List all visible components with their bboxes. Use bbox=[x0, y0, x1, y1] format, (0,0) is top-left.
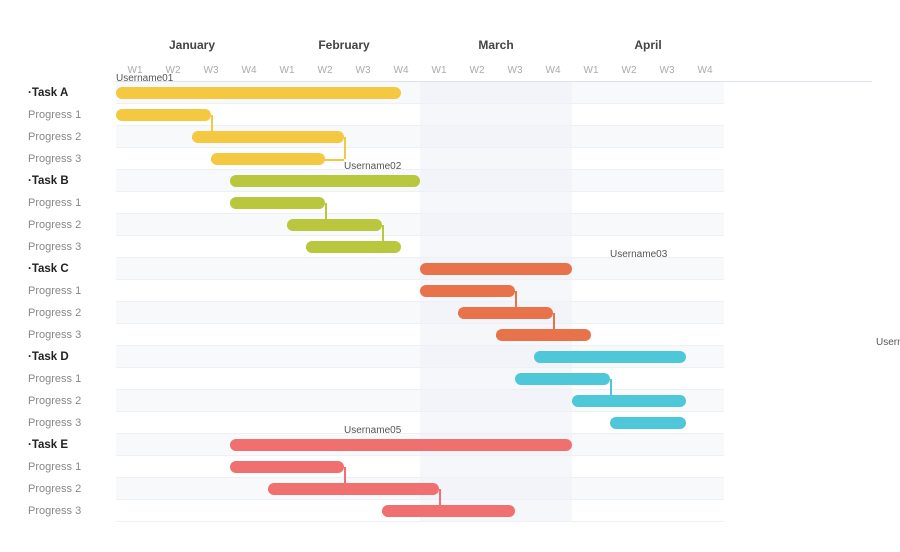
gantt-bar bbox=[534, 351, 686, 363]
connector-vertical bbox=[553, 313, 555, 335]
gantt-bar bbox=[515, 373, 610, 385]
week-cell: W2 bbox=[610, 60, 648, 81]
progress-label: Progress 3 bbox=[28, 148, 116, 170]
week-cell: W1 bbox=[572, 60, 610, 81]
connector-horizontal bbox=[287, 225, 325, 227]
gantt-bar bbox=[230, 175, 420, 187]
month-label: April bbox=[572, 38, 724, 52]
progress-label: Progress 1 bbox=[28, 368, 116, 390]
gantt-bar bbox=[610, 417, 686, 429]
grid-area: JanuaryFebruaryMarchApril W1W2W3W4W1W2W3… bbox=[116, 38, 872, 522]
gantt-bar bbox=[116, 109, 211, 121]
progress-label: Progress 2 bbox=[28, 126, 116, 148]
progress-label: Progress 3 bbox=[28, 236, 116, 258]
week-cell: W2 bbox=[306, 60, 344, 81]
gantt-bar bbox=[230, 197, 325, 209]
task-label: ·Task C bbox=[28, 258, 116, 280]
progress-label: Progress 1 bbox=[28, 280, 116, 302]
grid-row bbox=[116, 302, 724, 324]
connector-horizontal bbox=[458, 313, 515, 315]
gantt-bar bbox=[116, 87, 401, 99]
grid-row bbox=[116, 368, 724, 390]
connector-horizontal bbox=[211, 159, 344, 161]
grid-row bbox=[116, 192, 724, 214]
header-weeks: W1W2W3W4W1W2W3W4W1W2W3W4W1W2W3W4 bbox=[116, 60, 872, 82]
bar-username-label: Username01 bbox=[116, 73, 173, 84]
task-label: ·Task A bbox=[28, 82, 116, 104]
progress-label: Progress 2 bbox=[28, 302, 116, 324]
week-cell: W4 bbox=[686, 60, 724, 81]
progress-label: Progress 2 bbox=[28, 214, 116, 236]
progress-label: Progress 1 bbox=[28, 192, 116, 214]
week-cell: W4 bbox=[382, 60, 420, 81]
connector-horizontal bbox=[572, 401, 610, 403]
grid-row bbox=[116, 456, 724, 478]
progress-label: Progress 3 bbox=[28, 500, 116, 522]
gantt-bar bbox=[420, 263, 572, 275]
connector-vertical bbox=[610, 379, 612, 401]
header-months: JanuaryFebruaryMarchApril bbox=[116, 38, 872, 60]
month-block: February bbox=[268, 38, 420, 60]
month-block: January bbox=[116, 38, 268, 60]
month-label: January bbox=[116, 38, 268, 52]
connector-vertical bbox=[515, 291, 517, 313]
month-label: March bbox=[420, 38, 572, 52]
task-label: ·Task B bbox=[28, 170, 116, 192]
bar-username-label: Username05 bbox=[344, 425, 401, 436]
chart-container: ·Task AProgress 1Progress 2Progress 3·Ta… bbox=[28, 38, 872, 522]
bar-username-label: Username03 bbox=[610, 249, 667, 260]
connector-horizontal bbox=[496, 335, 553, 337]
progress-label: Progress 3 bbox=[28, 324, 116, 346]
month-label: February bbox=[268, 38, 420, 52]
progress-label: Progress 3 bbox=[28, 412, 116, 434]
grid-row bbox=[116, 214, 724, 236]
progress-label: Progress 2 bbox=[28, 390, 116, 412]
grid-row bbox=[116, 324, 724, 346]
gantt-bar bbox=[230, 461, 344, 473]
connector-vertical bbox=[382, 225, 384, 247]
bar-username-label: Username02 bbox=[344, 161, 401, 172]
week-cell: W4 bbox=[534, 60, 572, 81]
gantt-bar bbox=[192, 131, 344, 143]
grid-row bbox=[116, 170, 724, 192]
connector-horizontal bbox=[268, 489, 344, 491]
week-cell: W4 bbox=[230, 60, 268, 81]
connector-vertical bbox=[325, 203, 327, 225]
week-cell: W3 bbox=[648, 60, 686, 81]
month-block: March bbox=[420, 38, 572, 60]
week-cell: W1 bbox=[268, 60, 306, 81]
progress-label: Progress 1 bbox=[28, 456, 116, 478]
connector-horizontal bbox=[192, 137, 211, 139]
week-cell: W3 bbox=[192, 60, 230, 81]
connector-vertical bbox=[344, 137, 346, 159]
task-label: ·Task E bbox=[28, 434, 116, 456]
week-cell: W3 bbox=[496, 60, 534, 81]
connector-horizontal bbox=[382, 511, 439, 513]
page: ·Task AProgress 1Progress 2Progress 3·Ta… bbox=[0, 0, 900, 552]
gantt-bar bbox=[230, 439, 572, 451]
label-column: ·Task AProgress 1Progress 2Progress 3·Ta… bbox=[28, 38, 116, 522]
connector-vertical bbox=[344, 467, 346, 489]
month-block: April bbox=[572, 38, 724, 60]
bar-username-label: Username04 bbox=[876, 337, 900, 348]
progress-label: Progress 1 bbox=[28, 104, 116, 126]
connector-vertical bbox=[439, 489, 441, 511]
connector-horizontal bbox=[306, 247, 382, 249]
grid-row bbox=[116, 148, 724, 170]
week-cell: W2 bbox=[458, 60, 496, 81]
grid-body: Username01Username02Username03Username04… bbox=[116, 82, 724, 522]
connector-vertical bbox=[211, 115, 213, 137]
week-cell: W1 bbox=[420, 60, 458, 81]
task-label: ·Task D bbox=[28, 346, 116, 368]
gantt-bar bbox=[420, 285, 515, 297]
week-cell: W3 bbox=[344, 60, 382, 81]
progress-label: Progress 2 bbox=[28, 478, 116, 500]
